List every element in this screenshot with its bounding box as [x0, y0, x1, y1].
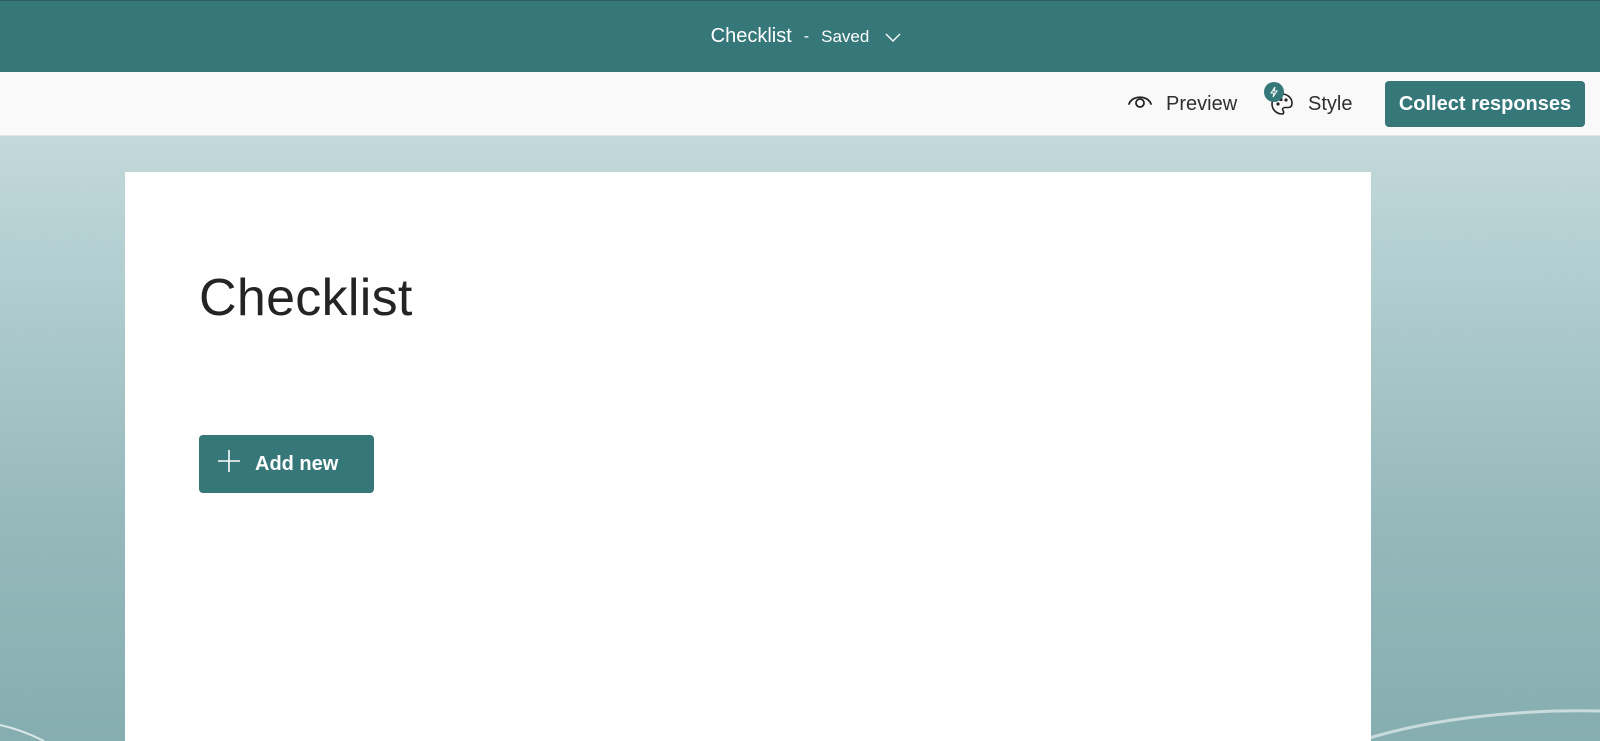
plus-icon	[217, 449, 241, 479]
command-toolbar: Preview Style Collect responses	[0, 72, 1600, 136]
background-wave-left	[0, 724, 45, 741]
collect-responses-button[interactable]: Collect responses	[1385, 81, 1585, 127]
preview-button[interactable]: Preview	[1126, 72, 1237, 136]
add-new-label: Add new	[255, 452, 339, 475]
document-title-group[interactable]: Checklist - Saved	[711, 25, 906, 49]
title-separator: -	[803, 27, 810, 45]
palette-icon	[1264, 82, 1296, 118]
save-status: Saved	[821, 26, 870, 46]
lightning-icon	[1264, 82, 1284, 102]
style-label: Style	[1308, 92, 1353, 115]
form-card: Checklist Add new	[125, 172, 1371, 741]
style-button[interactable]: Style	[1264, 72, 1353, 136]
document-title[interactable]: Checklist	[711, 25, 792, 48]
background-wave-right	[1360, 709, 1600, 741]
top-bar: Checklist - Saved	[0, 0, 1600, 72]
chevron-down-icon[interactable]	[881, 25, 905, 49]
eye-icon	[1126, 87, 1154, 121]
form-title[interactable]: Checklist	[199, 268, 413, 328]
preview-label: Preview	[1166, 92, 1238, 115]
add-new-button[interactable]: Add new	[199, 435, 374, 493]
